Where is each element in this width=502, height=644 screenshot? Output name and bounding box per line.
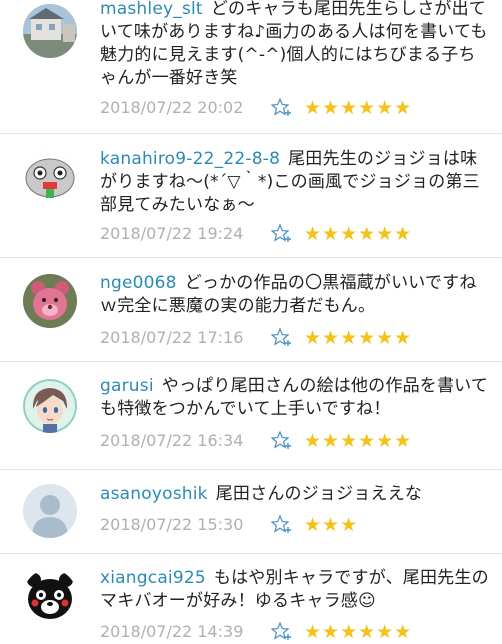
rating-stars: ★★★ (304, 514, 359, 536)
rating-stars: ★★★★★★ (304, 97, 413, 119)
black-bear-mascot-avatar[interactable] (23, 569, 77, 623)
username-link[interactable]: garusi (100, 376, 154, 396)
rating-stars: ★★★★★★ (304, 621, 413, 643)
robot-face-avatar[interactable] (23, 150, 77, 204)
house-photo-avatar[interactable] (23, 4, 77, 58)
star-plus-icon[interactable] (271, 622, 293, 642)
comment-text: やっぱり尾田さんの絵は他の作品を書いても特徴をつかんでいて上手いですね！ (100, 376, 489, 419)
comment-date: 2018/07/22 20:02 (100, 98, 244, 117)
comment-item: kanahiro9-22_22-8-8 尾田先生のジョジョは味がりますね～(*´▽… (0, 134, 502, 258)
rating-stars: ★★★★★★ (304, 327, 413, 349)
star-plus-icon[interactable] (271, 328, 293, 348)
comment-meta: 2018/07/22 14:39 ★★★★★★ (100, 620, 480, 644)
default-user-avatar[interactable] (23, 484, 77, 538)
username-link[interactable]: asanoyoshik (100, 484, 208, 504)
comment-item: xiangcai925 もはや別キャラですが、尾田先生のマキバオーが好み！ゆるキャ… (0, 554, 502, 643)
comment-body: xiangcai925 もはや別キャラですが、尾田先生のマキバオーが好み！ゆるキャ… (100, 554, 490, 643)
star-plus-icon[interactable] (271, 98, 293, 118)
anime-character-avatar[interactable] (23, 379, 77, 433)
comment-text-block: asanoyoshik 尾田さんのジョジョええな (100, 483, 490, 506)
comment-body: garusi やっぱり尾田さんの絵は他の作品を書いても特徴をつかんでいて上手いです… (100, 362, 490, 452)
comment-meta: 2018/07/22 19:24 ★★★★★★ (100, 222, 480, 246)
comment-body: mashley_slt どのキャラも尾田先生らしさが出ていて味がありますね♪画力の… (100, 0, 490, 119)
comment-text-block: garusi やっぱり尾田さんの絵は他の作品を書いても特徴をつかんでいて上手いです… (100, 375, 490, 421)
comment-meta: 2018/07/22 17:16 ★★★★★★ (100, 326, 480, 350)
comment-text: 尾田さんのジョジョええな (215, 484, 423, 504)
comment-item: mashley_slt どのキャラも尾田先生らしさが出ていて味がありますね♪画力の… (0, 0, 502, 134)
comment-date: 2018/07/22 14:39 (100, 622, 244, 641)
star-plus-icon[interactable] (271, 515, 293, 535)
comment-body: nge0068 どっかの作品の〇黒福蔵がいいですねｗ完全に悪魔の実の能力者だもん。… (100, 258, 490, 349)
username-link[interactable]: kanahiro9-22_22-8-8 (100, 149, 280, 169)
comment-date: 2018/07/22 16:34 (100, 431, 244, 450)
comment-date: 2018/07/22 15:30 (100, 515, 244, 534)
comment-text-block: mashley_slt どのキャラも尾田先生らしさが出ていて味がありますね♪画力の… (100, 0, 490, 90)
comment-text-block: nge0068 どっかの作品の〇黒福蔵がいいですねｗ完全に悪魔の実の能力者だもん。 (100, 272, 490, 318)
pink-bear-avatar[interactable] (23, 274, 77, 328)
username-link[interactable]: nge0068 (100, 273, 177, 293)
comment-date: 2018/07/22 17:16 (100, 328, 244, 347)
comment-meta: 2018/07/22 20:02 ★★★★★★ (100, 96, 480, 120)
username-link[interactable]: xiangcai925 (100, 568, 206, 588)
star-plus-icon[interactable] (271, 224, 293, 244)
star-plus-icon[interactable] (271, 431, 293, 451)
comment-list: mashley_slt どのキャラも尾田先生らしさが出ていて味がありますね♪画力の… (0, 0, 502, 643)
comment-body: kanahiro9-22_22-8-8 尾田先生のジョジョは味がりますね～(*´▽… (100, 134, 490, 245)
comment-text-block: xiangcai925 もはや別キャラですが、尾田先生のマキバオーが好み！ゆるキャ… (100, 567, 490, 613)
comment-item: asanoyoshik 尾田さんのジョジョええな 2018/07/22 15:30… (0, 470, 502, 554)
comment-item: garusi やっぱり尾田さんの絵は他の作品を書いても特徴をつかんでいて上手いです… (0, 362, 502, 470)
comment-item: nge0068 どっかの作品の〇黒福蔵がいいですねｗ完全に悪魔の実の能力者だもん。… (0, 258, 502, 362)
comment-text-block: kanahiro9-22_22-8-8 尾田先生のジョジョは味がりますね～(*´▽… (100, 148, 490, 217)
rating-stars: ★★★★★★ (304, 223, 413, 245)
comment-date: 2018/07/22 19:24 (100, 224, 244, 243)
comment-body: asanoyoshik 尾田さんのジョジョええな 2018/07/22 15:30… (100, 470, 490, 536)
rating-stars: ★★★★★★ (304, 430, 413, 452)
comment-meta: 2018/07/22 16:34 ★★★★★★ (100, 429, 480, 453)
comment-meta: 2018/07/22 15:30 ★★★ (100, 513, 480, 537)
username-link[interactable]: mashley_slt (100, 0, 203, 19)
